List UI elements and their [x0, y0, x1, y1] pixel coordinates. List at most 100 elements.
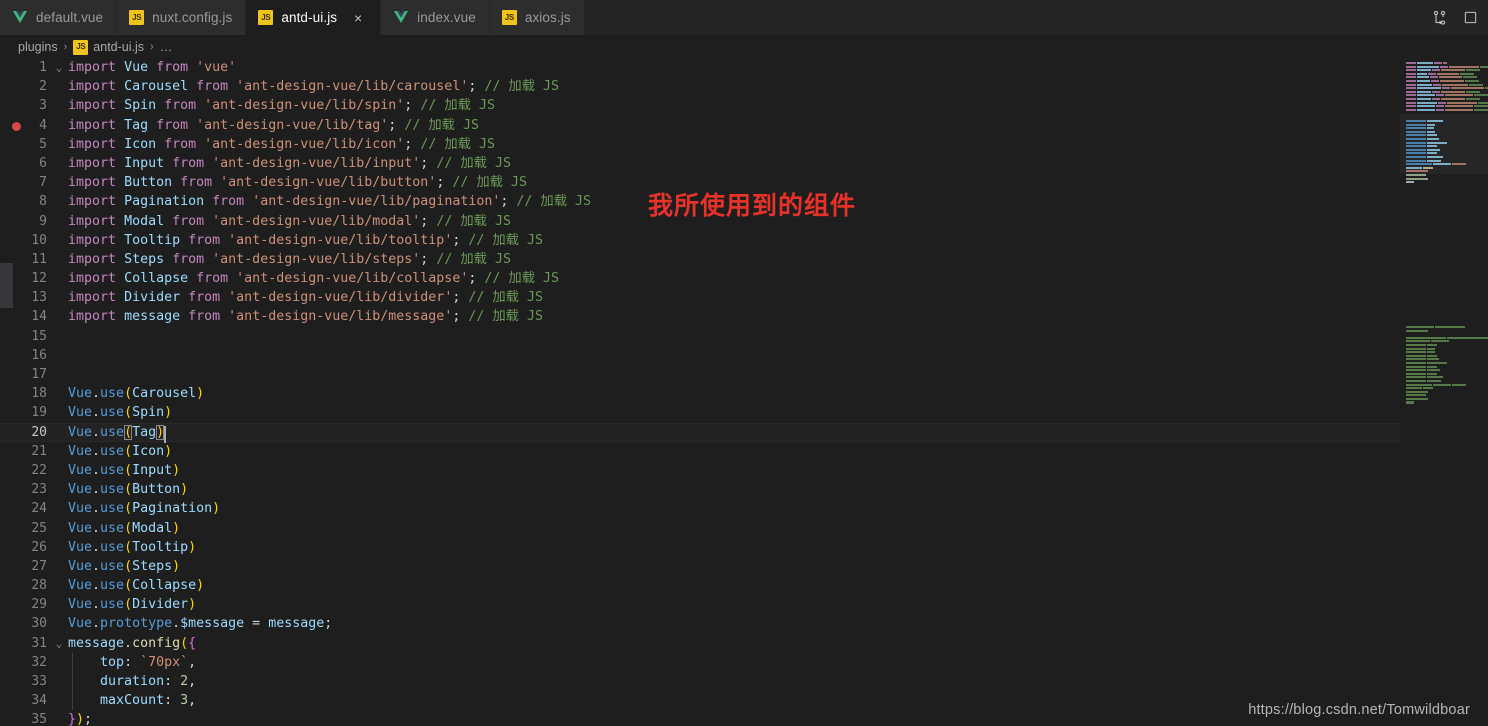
code-line[interactable]: 10 import Tooltip from 'ant-design-vue/li…	[0, 231, 1400, 250]
code-line-content: import Collapse from 'ant-design-vue/lib…	[68, 269, 559, 288]
code-line[interactable]: 3 import Spin from 'ant-design-vue/lib/sp…	[0, 96, 1400, 115]
minimap-segment	[1417, 83, 1432, 86]
code-line[interactable]: 2 import Carousel from 'ant-design-vue/li…	[0, 77, 1400, 96]
line-number: 5	[39, 136, 47, 152]
more-actions-icon[interactable]	[1460, 8, 1480, 28]
editor-tab-nuxt-config-js[interactable]: JS nuxt.config.js	[117, 0, 247, 35]
code-token: ,	[188, 674, 197, 689]
breadcrumb-item-symbols[interactable]: …	[160, 40, 173, 54]
code-line[interactable]: 29 Vue.use(Divider)	[0, 595, 1400, 614]
code-token: // 加载 JS	[468, 290, 543, 306]
code-line[interactable]: 25 Vue.use(Modal)	[0, 519, 1400, 538]
minimap-segment	[1406, 170, 1428, 173]
minimap-segment	[1440, 79, 1464, 83]
code-line[interactable]: 34 maxCount: 3,	[0, 691, 1400, 711]
line-number: 2	[39, 79, 47, 95]
code-line[interactable]: 14 import message from 'ant-design-vue/li…	[0, 307, 1400, 326]
code-token: )	[212, 501, 221, 517]
minimap-row	[1406, 134, 1466, 137]
minimap-segment	[1466, 90, 1480, 93]
minimap-segment	[1406, 145, 1426, 148]
minimap-segment	[1441, 90, 1465, 93]
code-line[interactable]: 28 Vue.use(Collapse)	[0, 576, 1400, 595]
code-line-content: import Divider from 'ant-design-vue/lib/…	[68, 288, 543, 307]
code-token: Vue	[68, 501, 93, 517]
code-line-content: Vue.use(Input)	[68, 461, 180, 480]
code-token: Button	[124, 175, 173, 191]
code-token: 'ant-design-vue/lib/tag'	[196, 117, 389, 133]
code-line[interactable]: 31 ⌄ message.config({	[0, 634, 1400, 653]
line-number: 32	[31, 654, 47, 670]
minimap-segment	[1433, 83, 1441, 86]
code-line[interactable]: 20 Vue.use(Tag)	[0, 422, 1400, 443]
code-line[interactable]: 22 Vue.use(Input)	[0, 461, 1400, 480]
editor-tab-index-vue[interactable]: index.vue	[381, 0, 490, 35]
code-line[interactable]: 26 Vue.use(Tooltip)	[0, 538, 1400, 557]
code-line[interactable]: 6 import Input from 'ant-design-vue/lib/i…	[0, 154, 1400, 173]
vue-file-icon	[12, 10, 28, 25]
code-line[interactable]: 5 import Icon from 'ant-design-vue/lib/ic…	[0, 135, 1400, 154]
line-number: 3	[39, 98, 47, 114]
editor-tab-axios-js[interactable]: JS axios.js	[489, 0, 585, 35]
code-token: import	[68, 194, 117, 210]
code-line[interactable]: 24 Vue.use(Pagination)	[0, 499, 1400, 518]
minimap-row	[1406, 145, 1466, 148]
code-line[interactable]: 23 Vue.use(Button)	[0, 480, 1400, 499]
minimap-segment	[1406, 177, 1428, 180]
code-line[interactable]: 13 import Divider from 'ant-design-vue/li…	[0, 288, 1400, 307]
editor-tab-default-vue[interactable]: default.vue	[0, 0, 118, 35]
minimap-segment	[1417, 87, 1441, 90]
code-token: // 加载 JS	[404, 117, 479, 133]
line-number: 15	[31, 328, 47, 344]
code-line[interactable]: 18 Vue.use(Carousel)	[0, 384, 1400, 403]
code-token: Vue	[124, 60, 149, 75]
code-token: // 加载 JS	[436, 251, 511, 267]
code-line[interactable]: 16	[0, 346, 1400, 365]
breadcrumb-item-plugins[interactable]: plugins	[18, 40, 58, 54]
fold-chevron-down-icon[interactable]: ⌄	[52, 58, 66, 77]
code-line-content: import Modal from 'ant-design-vue/lib/mo…	[68, 212, 511, 231]
code-line[interactable]: 27 Vue.use(Steps)	[0, 557, 1400, 576]
code-line[interactable]: 15	[0, 327, 1400, 346]
code-line[interactable]: 30 Vue.prototype.$message = message;	[0, 614, 1400, 633]
minimap-row	[1406, 387, 1488, 390]
code-token: import	[68, 79, 117, 95]
code-line[interactable]: 21 Vue.use(Icon)	[0, 442, 1400, 461]
code-line[interactable]: 19 Vue.use(Spin)	[0, 403, 1400, 422]
breadcrumb-item-file[interactable]: JS antd-ui.js	[73, 39, 144, 55]
code-token: from	[156, 60, 189, 75]
tab-bar-empty-space	[584, 0, 1430, 35]
minimap-segment	[1406, 141, 1426, 144]
minimap-segment	[1442, 83, 1468, 86]
code-line[interactable]: 12 import Collapse from 'ant-design-vue/l…	[0, 269, 1400, 288]
code-token: ,	[188, 693, 197, 709]
editor-tab-antd-ui-js[interactable]: JS antd-ui.js ×	[246, 0, 382, 35]
minimap-segment	[1417, 108, 1435, 111]
split-editor-icon[interactable]	[1430, 8, 1450, 28]
code-editor[interactable]: 1 ⌄ import Vue from 'vue' 2 import Carousel …	[0, 58, 1488, 726]
minimap[interactable]	[1400, 58, 1488, 726]
close-icon[interactable]: ×	[349, 9, 367, 27]
code-line[interactable]: 33 duration: 2,	[0, 672, 1400, 692]
minimap-segment	[1406, 62, 1416, 65]
code-line[interactable]: 35});	[0, 710, 1400, 726]
code-token: message	[68, 635, 125, 651]
minimap-row	[1406, 397, 1488, 401]
minimap-segment	[1406, 166, 1422, 169]
fold-chevron-down-icon[interactable]: ⌄	[52, 634, 66, 653]
minimap-segment	[1434, 62, 1442, 65]
code-token: Divider	[124, 290, 181, 306]
code-line[interactable]: 11 import Steps from 'ant-design-vue/lib/…	[0, 250, 1400, 269]
code-line[interactable]: 17	[0, 365, 1400, 384]
code-line[interactable]: 32 top: `70px`,	[0, 652, 1400, 672]
code-lines-container[interactable]: 1 ⌄ import Vue from 'vue' 2 import Carousel …	[0, 58, 1400, 726]
minimap-segment	[1406, 379, 1426, 382]
code-line[interactable]: 4 import Tag from 'ant-design-vue/lib/tag…	[0, 116, 1400, 135]
code-token: .	[172, 616, 181, 632]
code-token: message	[268, 616, 325, 632]
code-token: 'ant-design-vue/lib/collapse'	[236, 271, 469, 287]
code-token: import	[68, 251, 117, 267]
code-line[interactable]: 1 ⌄ import Vue from 'vue'	[0, 58, 1400, 77]
